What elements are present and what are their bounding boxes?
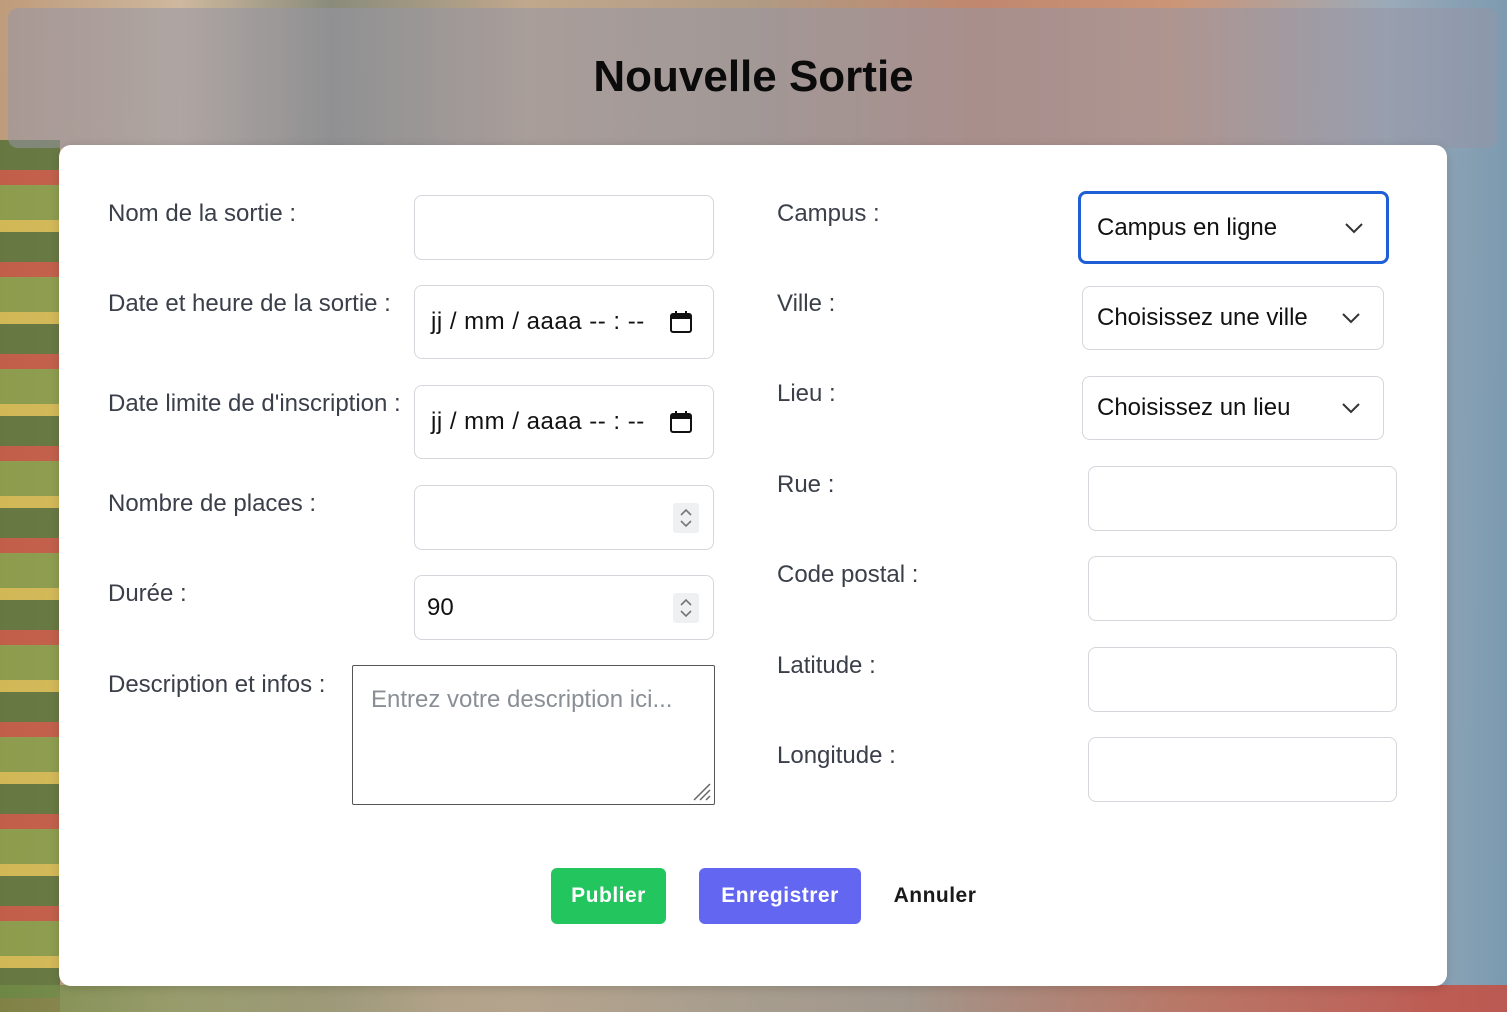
date-sortie-label: Date et heure de la sortie : (108, 290, 391, 317)
places-label: Nombre de places : (108, 490, 317, 517)
chevron-down-icon (1345, 222, 1363, 233)
date-limite-label: Date limite de d'inscription : (108, 390, 401, 417)
cancel-button[interactable]: Annuler (879, 868, 991, 924)
longitude-label: Longitude : (777, 742, 896, 769)
background-photo-left (0, 140, 60, 1012)
form-card: Nom de la sortie : Date et heure de la s… (59, 145, 1447, 986)
calendar-icon[interactable] (669, 310, 693, 334)
latitude-label: Latitude : (777, 652, 876, 679)
date-limite-input[interactable]: jj / mm / aaaa -- : -- (414, 385, 714, 459)
chevron-down-icon (1342, 313, 1360, 324)
calendar-icon[interactable] (669, 410, 693, 434)
nom-label: Nom de la sortie : (108, 200, 297, 227)
background-photo-bottom (0, 985, 1507, 1012)
publish-button[interactable]: Publier (551, 868, 666, 924)
page-title: Nouvelle Sortie (593, 52, 914, 101)
rue-label: Rue : (777, 471, 835, 498)
code-postal-label: Code postal : (777, 561, 919, 588)
date-sortie-input[interactable]: jj / mm / aaaa -- : -- (414, 285, 714, 359)
chevron-down-icon (1342, 403, 1360, 414)
code-postal-input[interactable] (1088, 556, 1397, 621)
duree-label: Durée : (108, 580, 187, 607)
ville-label: Ville : (777, 290, 836, 317)
save-button[interactable]: Enregistrer (699, 868, 861, 924)
latitude-input[interactable] (1088, 647, 1397, 712)
description-textarea[interactable]: Entrez votre description ici... (352, 665, 715, 805)
resize-handle-icon[interactable] (688, 778, 712, 802)
rue-input[interactable] (1088, 466, 1397, 531)
ville-select[interactable]: Choisissez une ville (1082, 286, 1384, 350)
places-input[interactable] (414, 485, 714, 550)
campus-label: Campus : (777, 200, 880, 227)
spinner-arrows-icon[interactable] (673, 502, 699, 533)
spinner-arrows-icon[interactable] (673, 592, 699, 623)
nom-input[interactable] (414, 195, 714, 260)
lieu-select[interactable]: Choisissez un lieu (1082, 376, 1384, 440)
description-label: Description et infos : (108, 671, 326, 698)
campus-select[interactable]: Campus en ligne (1078, 191, 1389, 264)
duree-input[interactable]: 90 (414, 575, 714, 640)
lieu-label: Lieu : (777, 380, 836, 407)
longitude-input[interactable] (1088, 737, 1397, 802)
